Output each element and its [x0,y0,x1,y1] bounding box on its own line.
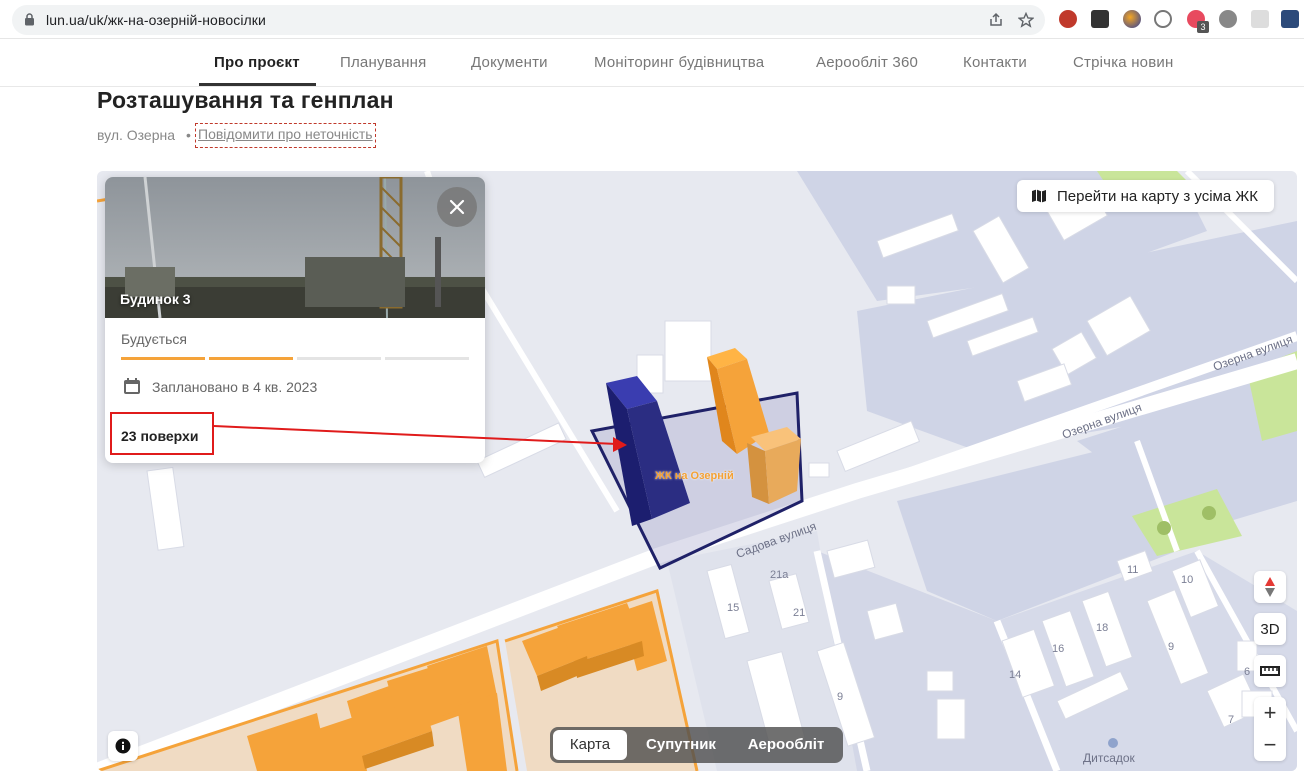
progress-segment [385,357,469,360]
progress-segment [209,357,293,360]
active-tab-indicator [199,83,316,86]
house-number: 9 [1168,641,1175,653]
zoom-out-button[interactable]: − [1254,729,1286,761]
map-type-satellite[interactable]: Супутник [634,730,728,760]
address-text: вул. Озерна [97,127,176,143]
compass-button[interactable] [1254,571,1286,603]
tab-layouts[interactable]: Планування [340,54,427,71]
extension-icon[interactable] [1281,10,1299,28]
zoom-in-button[interactable]: + [1254,697,1286,729]
share-icon[interactable] [988,12,1004,28]
house-number: 10 [1181,574,1194,586]
house-number: 18 [1096,622,1109,634]
all-complexes-map-button[interactable]: Перейти на карту з усіма ЖК [1017,180,1274,212]
tab-aerial[interactable]: Аерообліт 360 [816,54,918,71]
map-type-map[interactable]: Карта [553,730,627,760]
all-complexes-label: Перейти на карту з усіма ЖК [1057,187,1258,205]
progress-segment [121,357,205,360]
extension-icon[interactable] [1091,10,1109,28]
close-icon [449,199,465,215]
planned-completion: Заплановано в 4 кв. 2023 [152,379,318,395]
house-number: 15 [727,602,740,614]
kindergarten-label: Дитсадок [1083,751,1135,765]
tab-contacts[interactable]: Контакти [963,54,1027,71]
building-card: Будинок 3 Будується Заплановано в 4 кв. … [105,177,485,463]
map-type-switcher: Карта Супутник Аерообліт [550,727,843,763]
house-number: 11 [1127,564,1139,576]
info-button[interactable] [108,731,138,761]
house-number: 21а [770,569,789,581]
house-number: 14 [1009,669,1022,681]
map-icon [1032,189,1046,203]
house-number: 9 [837,691,844,703]
address-bar[interactable]: lun.ua/uk/жк-на-озерній-новосілки [12,5,1045,35]
house-number: 21 [793,607,806,619]
info-icon [115,738,131,754]
tab-about[interactable]: Про проєкт [214,54,300,71]
house-number: 6 [1244,666,1251,678]
lock-icon [25,13,34,26]
section-title: Розташування та генплан [97,87,394,113]
extension-icon[interactable] [1059,10,1077,28]
tab-news[interactable]: Стрічка новин [1073,54,1173,71]
house-number: 7 [1228,714,1235,726]
report-inaccuracy-link[interactable]: Повідомити про неточність [195,123,376,148]
map-type-aerial[interactable]: Аерообліт [734,730,838,760]
3d-toggle-button[interactable]: 3D [1254,613,1286,645]
floors-count: 23 поверхи [121,428,199,444]
calendar-icon [124,378,140,394]
url-text: lun.ua/uk/жк-на-озерній-новосілки [46,12,266,28]
project-nav: Про проєкт Планування Документи Монітори… [0,39,1304,87]
ruler-icon [1260,666,1280,676]
gear-icon[interactable] [1219,10,1237,28]
globe-icon[interactable] [1154,10,1172,28]
bookmark-star-icon[interactable] [1018,12,1034,28]
close-card-button[interactable] [437,187,477,227]
browser-toolbar: lun.ua/uk/жк-на-озерній-новосілки 3 [0,0,1304,39]
extension-badge: 3 [1197,21,1209,33]
tab-documents[interactable]: Документи [471,54,548,71]
complex-label[interactable]: ЖК на Озерній [655,470,734,482]
extension-icon[interactable] [1123,10,1141,28]
construction-progress [121,357,469,360]
tab-monitoring[interactable]: Моніторинг будівництва [594,54,764,71]
separator-dot: • [186,127,191,143]
progress-segment [297,357,381,360]
construction-status: Будується [121,331,188,347]
zoom-controls: + − [1254,697,1286,761]
compass-icon [1265,577,1275,597]
map-view[interactable]: Озерна вулиця Озерна вулиця Садова вулиц… [97,171,1297,771]
ruler-button[interactable] [1254,655,1286,687]
building-name: Будинок 3 [120,291,191,307]
extension-icon[interactable] [1251,10,1269,28]
house-number: 16 [1052,643,1065,655]
